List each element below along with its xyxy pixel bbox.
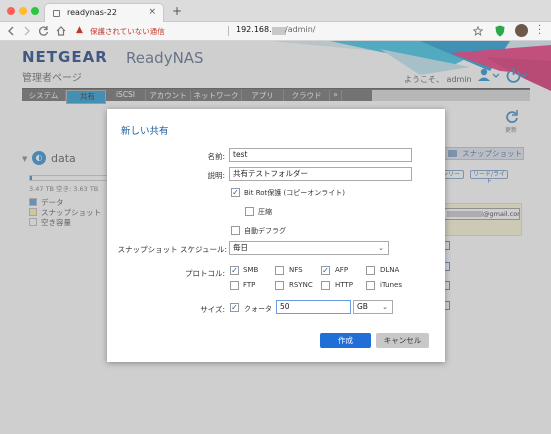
share-name-input[interactable]: test	[229, 148, 412, 162]
browser-tab-bar: readynas-22 × +	[0, 0, 551, 22]
shield-icon[interactable]	[495, 25, 505, 37]
quota-unit-select[interactable]: GB ⌄	[353, 300, 393, 314]
url-host: 192.168.	[236, 25, 272, 34]
itunes-label: iTunes	[380, 281, 402, 289]
http-label: HTTP	[335, 281, 353, 289]
quota-label: クォータ	[244, 305, 272, 313]
quota-size-input[interactable]: 50	[276, 300, 351, 314]
afp-checkbox[interactable]: ✓	[321, 266, 330, 275]
snapshot-schedule-select[interactable]: 毎日 ⌄	[229, 241, 389, 255]
reload-icon[interactable]	[39, 26, 49, 36]
maximize-window-icon[interactable]	[31, 7, 39, 15]
bitrot-label: Bit Rot保護 (コピーオンライト)	[244, 189, 345, 197]
defrag-checkbox[interactable]	[231, 226, 240, 235]
nfs-label: NFS	[289, 266, 303, 274]
compression-label: 圧縮	[258, 208, 272, 216]
nfs-checkbox[interactable]	[275, 266, 284, 275]
description-label: 説明:	[207, 171, 225, 180]
redacted-ip	[272, 27, 286, 35]
snapshot-schedule-label: スナップショット スケジュール:	[117, 245, 227, 254]
menu-icon[interactable]: · · ·	[538, 22, 541, 40]
description-input[interactable]: 共有テストフォルダー	[229, 167, 412, 181]
url-path: /admin/	[285, 25, 316, 34]
star-icon[interactable]	[473, 26, 483, 36]
http-checkbox[interactable]	[321, 281, 330, 290]
ftp-label: FTP	[243, 281, 256, 289]
warning-icon: ▲	[76, 25, 83, 35]
dlna-label: DLNA	[380, 266, 400, 274]
profile-icon[interactable]	[515, 24, 528, 37]
forward-icon[interactable]	[22, 26, 32, 36]
unit-value: GB	[357, 302, 368, 311]
chevron-down-icon: ⌄	[382, 303, 388, 311]
dialog-title: 新しい共有	[121, 126, 169, 137]
rsync-checkbox[interactable]	[275, 281, 284, 290]
schedule-value: 毎日	[233, 243, 248, 252]
address-bar[interactable]: ▲ 保護されていない通信 192.168. /admin/	[72, 24, 462, 39]
close-window-icon[interactable]	[7, 7, 15, 15]
back-icon[interactable]	[6, 26, 16, 36]
insecure-label: 保護されていない通信	[90, 27, 165, 36]
smb-label: SMB	[243, 266, 259, 274]
protocol-label: プロトコル:	[184, 269, 225, 278]
home-icon[interactable]	[56, 26, 66, 36]
afp-label: AFP	[335, 266, 349, 274]
new-tab-icon[interactable]: +	[172, 4, 182, 18]
dlna-checkbox[interactable]	[366, 266, 375, 275]
rsync-label: RSYNC	[289, 281, 313, 289]
quota-checkbox[interactable]: ✓	[230, 303, 239, 312]
page-icon	[53, 10, 60, 17]
size-label: サイズ:	[200, 305, 225, 314]
itunes-checkbox[interactable]	[366, 281, 375, 290]
close-tab-icon[interactable]: ×	[148, 7, 156, 17]
tab-title: readynas-22	[67, 8, 117, 17]
bitrot-checkbox[interactable]: ✓	[231, 188, 240, 197]
minimize-window-icon[interactable]	[19, 7, 27, 15]
address-divider	[228, 26, 229, 36]
defrag-label: 自動デフラグ	[244, 227, 286, 235]
cancel-button[interactable]: キャンセル	[376, 333, 429, 348]
ftp-checkbox[interactable]	[230, 281, 239, 290]
compression-checkbox[interactable]	[245, 207, 254, 216]
new-share-dialog: 新しい共有 名前: test 説明: 共有テストフォルダー ✓ Bit Rot保…	[107, 109, 445, 362]
name-label: 名前:	[207, 152, 225, 161]
browser-tab[interactable]: readynas-22 ×	[44, 3, 164, 22]
browser-toolbar: ▲ 保護されていない通信 192.168. /admin/ · · ·	[0, 22, 551, 41]
chevron-down-icon: ⌄	[378, 244, 384, 252]
smb-checkbox[interactable]: ✓	[230, 266, 239, 275]
create-button[interactable]: 作成	[320, 333, 371, 348]
